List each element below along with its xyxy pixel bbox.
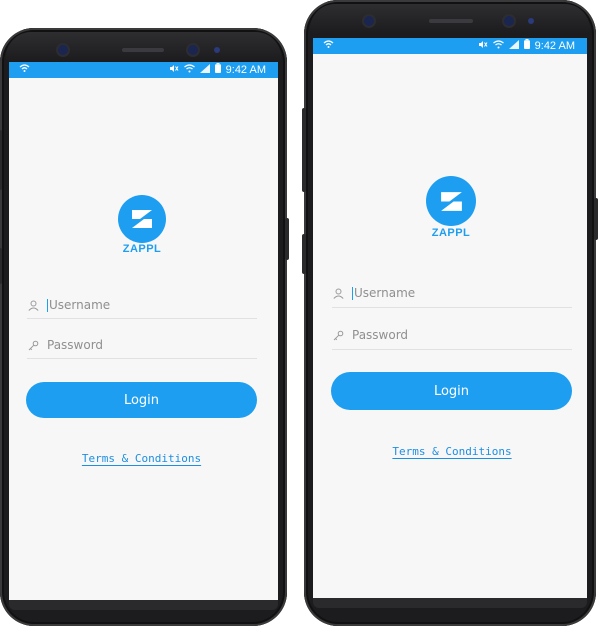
- key-icon: [27, 339, 39, 351]
- mute-icon: [478, 39, 488, 53]
- signal-icon: [508, 39, 519, 53]
- key-icon: [332, 329, 344, 341]
- status-bar: 9:42 AM: [9, 62, 278, 78]
- phone-left-camera-icon: [58, 45, 68, 55]
- login-button[interactable]: Login: [26, 382, 257, 418]
- password-field[interactable]: [27, 332, 257, 359]
- phone-left-sensor-icon: [214, 47, 220, 53]
- zappl-logo-icon: [118, 195, 166, 243]
- user-icon: [332, 287, 344, 299]
- wifi-call-icon: [323, 39, 334, 52]
- status-time: 9:42 AM: [534, 40, 575, 52]
- phone-right-camera-icon: [364, 16, 374, 26]
- phone-right-bottom-bezel: [313, 598, 587, 608]
- phone-right-side-button: [594, 198, 598, 240]
- login-button[interactable]: Login: [331, 372, 572, 410]
- text-cursor: [352, 286, 353, 300]
- status-time: 9:42 AM: [225, 64, 266, 76]
- battery-icon: [523, 39, 530, 53]
- wifi-icon: [492, 39, 504, 53]
- battery-icon: [214, 63, 221, 77]
- phone-left-front-camera-icon: [188, 45, 198, 55]
- username-field[interactable]: [332, 279, 572, 308]
- phone-left-earpiece: [122, 48, 164, 52]
- phone-left-volume-button: [0, 248, 2, 284]
- brand-name: ZAPPL: [431, 227, 471, 239]
- status-icons: 9:42 AM: [169, 63, 266, 77]
- password-field[interactable]: [332, 321, 572, 350]
- phone-right-earpiece: [429, 19, 473, 23]
- username-input[interactable]: [354, 286, 534, 300]
- username-field[interactable]: [27, 292, 257, 319]
- phone-right-sensor-icon: [528, 18, 534, 24]
- mute-icon: [169, 63, 179, 77]
- text-cursor: [47, 298, 48, 312]
- user-icon: [27, 299, 39, 311]
- phone-right-front-camera-icon: [504, 16, 514, 26]
- password-input[interactable]: [47, 338, 227, 352]
- brand-name: ZAPPL: [122, 243, 162, 255]
- phone-right-power-button: [302, 108, 306, 192]
- phone-left-power-button: [0, 130, 2, 190]
- screen-left: 9:42 AM ZAPPL Login Terms & Conditions: [9, 62, 278, 600]
- phone-left-bottom-bezel: [9, 600, 278, 610]
- wifi-icon: [183, 63, 195, 77]
- password-input[interactable]: [352, 328, 532, 342]
- phone-left-side-button: [285, 218, 289, 260]
- status-icons: 9:42 AM: [478, 39, 575, 53]
- phone-right-volume-button: [302, 234, 306, 274]
- wifi-call-icon: [19, 63, 30, 76]
- terms-link[interactable]: Terms & Conditions: [377, 445, 527, 458]
- username-input[interactable]: [49, 298, 229, 312]
- status-bar: 9:42 AM: [313, 38, 587, 54]
- screen-right: 9:42 AM ZAPPL Login Terms & Conditions: [313, 38, 587, 598]
- terms-link[interactable]: Terms & Conditions: [69, 452, 214, 465]
- signal-icon: [199, 63, 210, 77]
- zappl-logo-icon: [426, 176, 476, 226]
